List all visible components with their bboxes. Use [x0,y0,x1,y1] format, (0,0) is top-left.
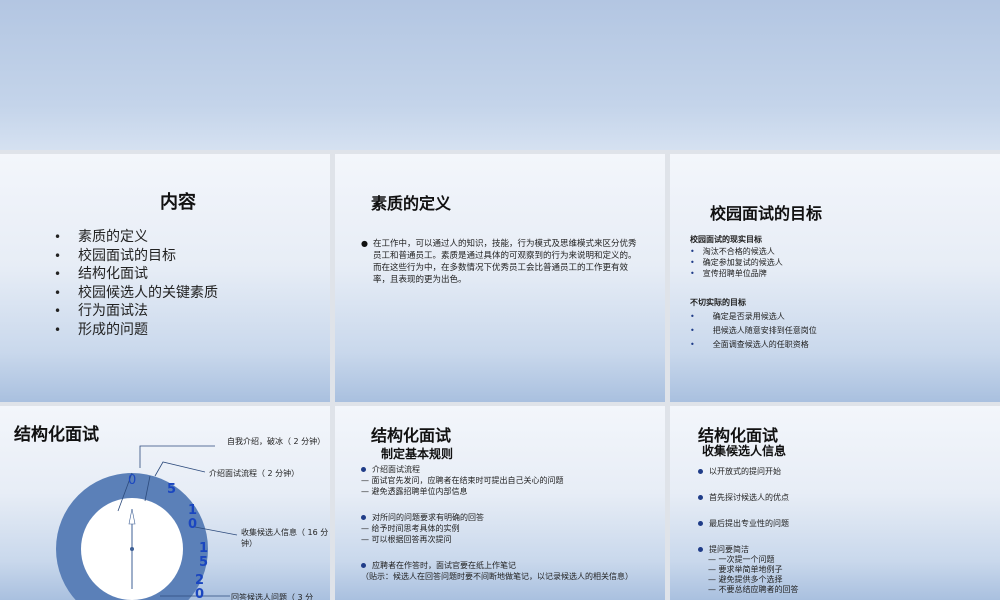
donut-number: 2 0 [195,573,205,600]
slide-definition[interactable]: 素质的定义 ● 在工作中，可以通过人的知识，技能，行为模式及思维模式来区分优秀员… [335,154,665,402]
rule-line: — 可以根据回答再次提问 [361,535,452,544]
list-item: 首先探讨候选人的优点 [698,492,988,503]
list-item: 校园候选人的关键素质 [54,284,218,303]
top-banner [0,0,1000,150]
chart-label: 回答候选人问题（ 3 分 [231,593,314,600]
slide-title: 校园面试的目标 [710,204,823,223]
real-goals-heading: 校园面试的现实目标 [690,235,762,244]
list-item: 提问要简洁 [698,544,988,555]
bullet-icon [361,515,366,520]
list-item: • 宣传招聘单位品牌 [690,269,767,278]
rule-line: （贴示：候选人在回答问题时要不间断地做笔记，以记录候选人的相关信息） [361,572,633,581]
chart-label: 介绍面试流程（ 2 分钟） [209,469,300,478]
list-item: • 把候选人随意安排到任意岗位 [690,326,817,335]
bullet-icon [698,521,703,526]
slide-rules[interactable]: 结构化面试 制定基本规则 介绍面试流程 — 面试官先发问，应聘者在结束时可提出自… [335,406,665,600]
bullet-icon: ● [361,239,368,248]
bullet-icon [698,469,703,474]
slide-subtitle: 收集候选人信息 [702,444,787,458]
list-item: 以开放式的提问开始 [698,466,988,477]
unreal-goals-heading: 不切实际的目标 [690,298,746,307]
slide-structured-chart[interactable]: 结构化面试 自我介绍，破冰（ 2 分钟） 介绍面试流程（ 2 分钟） 收集候选人… [0,406,330,600]
list-item: 最后提出专业性的问题 [698,518,988,529]
list-item: 素质的定义 [54,228,218,247]
rule-line: — 面试官先发问，应聘者在结束时可提出自己关心的问题 [361,476,564,485]
slide-subtitle: 制定基本规则 [381,447,454,461]
bullet-icon [698,495,703,500]
rule-head: 对所问的问题要求有明确的回答 [361,512,657,523]
bullet-icon [361,563,366,568]
bullet-icon [698,547,703,552]
slide-contents[interactable]: 内容 素质的定义 校园面试的目标 结构化面试 校园候选人的关键素质 行为面试法 … [0,154,330,402]
rule-line: — 给予时间思考具体的实例 [361,524,460,533]
slide-goals[interactable]: 校园面试的目标 校园面试的现实目标 • 淘汰不合格的候选人 • 确定参加复试的候选人… [670,154,1000,402]
needle-pivot [130,547,134,551]
list-item: • 确定参加复试的候选人 [690,258,783,267]
list-item: • 全面调查候选人的任职资格 [690,340,809,349]
bullet-icon [361,467,366,472]
slide-title: 内容 [160,192,196,213]
contents-list: 素质的定义 校园面试的目标 结构化面试 校园候选人的关键素质 行为面试法 形成的… [54,228,218,340]
donut-number: 1 5 [199,541,209,570]
donut-number: 5 [167,482,177,497]
chart-label: 收集候选人信息（ 16 分钟） [241,528,329,548]
rule-line: — 避免透露招聘单位内部信息 [361,487,468,496]
list-item: 结构化面试 [54,265,218,284]
rule-group: 对所问的问题要求有明确的回答 — 给予时间思考具体的实例 — 可以根据回答再次提… [361,512,657,545]
rule-head: 应聘者在作答时，面试官要在纸上作笔记 [361,560,657,571]
list-item: • 确定是否录用候选人 [690,312,785,321]
list-item: • 淘汰不合格的候选人 [690,247,775,256]
donut-number: 0 [128,473,137,488]
list-item: 行为面试法 [54,302,218,321]
rule-group: 介绍面试流程 — 面试官先发问，应聘者在结束时可提出自己关心的问题 — 避免透露… [361,464,657,497]
rule-group: 应聘者在作答时，面试官要在纸上作笔记 （贴示：候选人在回答问题时要不间断地做笔记… [361,560,657,582]
slide-collect[interactable]: 结构化面试 收集候选人信息 以开放式的提问开始 首先探讨候选人的优点 最后提出专… [670,406,1000,600]
donut-number: 1 0 [188,503,198,532]
sub-item: — 避免提供多个选择 [708,575,783,584]
definition-body: 在工作中，可以通过人的知识，技能，行为模式及思维模式来区分优秀员工和普通员工。素… [373,239,637,285]
rule-head: 介绍面试流程 [361,464,657,475]
slide-title: 素质的定义 [371,194,452,213]
list-item: 形成的问题 [54,321,218,340]
sub-item: — 要求举简单地例子 [708,565,783,574]
list-item: 校园面试的目标 [54,247,218,266]
sub-item: — 一次提一个问题 [708,555,775,564]
slide-title: 结构化面试 [371,426,452,445]
chart-label: 自我介绍，破冰（ 2 分钟） [227,437,326,446]
sub-item: — 不要总结应聘者的回答 [708,585,799,594]
